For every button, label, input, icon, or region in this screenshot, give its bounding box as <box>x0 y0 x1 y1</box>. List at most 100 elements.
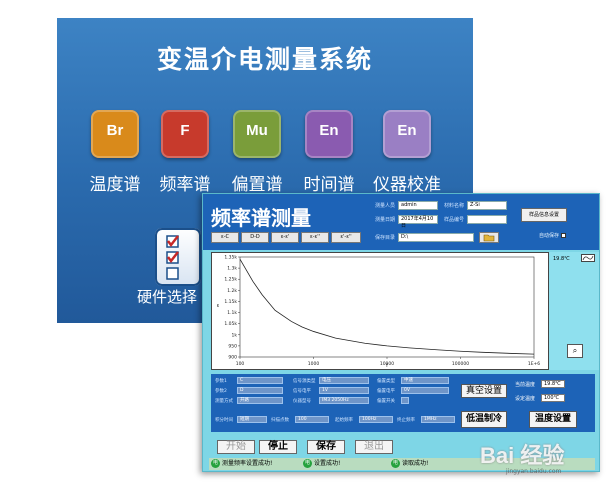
temperature-settings-button[interactable]: 温度设置 <box>529 411 577 428</box>
tile-label-frequency[interactable]: 频率谱 <box>145 170 225 195</box>
x-axis-label: f <box>386 363 388 369</box>
sample-id-label: 样品编号 <box>444 217 465 223</box>
x-tick-label: 100000 <box>452 361 469 367</box>
param-button-2[interactable]: D-D <box>241 232 269 243</box>
control-panel: 参数1 C 参数2 D 测量方式 开路 积分时间 短期 信号源类型 电压 信号电… <box>211 374 595 432</box>
operator-label: 测量人员 <box>375 203 396 209</box>
integration-select[interactable]: 短期 <box>237 416 267 423</box>
scan-points-field[interactable]: 100 <box>295 416 329 423</box>
param-button-3[interactable]: ε-ε' <box>271 232 299 243</box>
date-field[interactable]: 2017年4月10日 <box>398 215 438 229</box>
save-path-label: 保存目录 <box>375 235 396 241</box>
window-title: 频率谱测量 <box>211 206 311 230</box>
autosave-checkbox[interactable]: 自动保存 <box>539 232 567 239</box>
param1-label: 参数1 <box>215 379 227 384</box>
instrument-field[interactable]: IM3 2050Hz <box>319 397 369 404</box>
y-tick-label: 1.1k <box>227 310 237 316</box>
material-label: 材料名称 <box>444 203 465 209</box>
set-temp-label: 设定温度 <box>515 396 536 402</box>
tile-label-temperature[interactable]: 温度谱 <box>75 170 155 195</box>
material-field[interactable]: Z-Si <box>467 201 507 210</box>
exit-button[interactable]: 退出 <box>355 440 393 454</box>
cryo-cooling-button[interactable]: 低温制冷 <box>461 411 507 428</box>
bias-level-label: 偏置电平 <box>377 389 395 394</box>
y-tick-label: 1.15k <box>224 299 237 305</box>
bias-switch-label: 偏置开关 <box>377 399 395 404</box>
mode-label: 测量方式 <box>215 399 233 404</box>
bias-spectrum-icon[interactable]: Mu <box>233 110 281 158</box>
frequency-spectrum-icon[interactable]: F <box>161 110 209 158</box>
save-path-field[interactable]: D:\ <box>398 233 474 242</box>
frequency-chart[interactable]: 1.35k 1.3k 1.25k 1.2k 1.15k 1.1k 1.05k 1k 950 900… <box>211 252 549 370</box>
bias-type-select[interactable]: 中速 <box>401 377 449 384</box>
vacuum-settings-button[interactable]: 真空设置 <box>461 384 507 398</box>
set-temp-value[interactable]: 100℃ <box>541 394 565 402</box>
y-axis-label: ε <box>217 303 220 309</box>
y-tick-label: 900 <box>228 355 237 361</box>
hardware-select-label[interactable]: 硬件选择 <box>137 286 197 307</box>
operator-field[interactable]: admin <box>398 201 438 210</box>
instrument-label: 仪器型号 <box>293 399 311 404</box>
frequency-spectrum-window: 频率谱测量 测量人员 admin 材料名称 Z-Si 测量日期 2017年4月1… <box>202 193 600 472</box>
sample-info-button[interactable]: 样品信息设置 <box>521 208 567 222</box>
current-temp-label: 当前温度 <box>515 382 536 388</box>
param2-select[interactable]: D <box>237 387 283 394</box>
tile-label-calibration[interactable]: 仪器校准 <box>367 170 447 195</box>
plot-area <box>239 256 535 358</box>
bias-type-label: 偏置类型 <box>377 379 395 384</box>
temperature-reading: 19.8℃ <box>553 256 570 262</box>
window-header: 频率谱测量 测量人员 admin 材料名称 Z-Si 测量日期 2017年4月1… <box>203 194 599 250</box>
time-spectrum-icon[interactable]: En <box>305 110 353 158</box>
status-message-1: 电测量频率设置成功! <box>211 459 273 468</box>
wave-icon[interactable] <box>581 254 595 262</box>
tile-label-time[interactable]: 时间谱 <box>289 170 369 195</box>
signal-type-select[interactable]: 电压 <box>319 377 369 384</box>
status-message-3: 电读取成功! <box>391 459 429 468</box>
y-tick-label: 1.25k <box>224 277 237 283</box>
signal-type-label: 信号源类型 <box>293 379 316 384</box>
date-label: 测量日期 <box>375 217 396 223</box>
y-tick-label: 1.3k <box>227 266 237 272</box>
x-tick-label: 1000 <box>308 361 320 367</box>
param1-select[interactable]: C <box>237 377 283 384</box>
start-button[interactable]: 开始 <box>217 440 255 454</box>
status-message-2: 电设置成功! <box>303 459 341 468</box>
signal-level-label: 信号电平 <box>293 389 311 394</box>
status-icon: 电 <box>211 459 220 468</box>
temperature-spectrum-icon[interactable]: Br <box>91 110 139 158</box>
stop-button[interactable]: 停止 <box>259 440 297 454</box>
autosave-box[interactable] <box>561 233 567 238</box>
x-tick-label: 1E+6 <box>528 361 540 367</box>
folder-browse-button[interactable] <box>479 232 499 243</box>
end-freq-label: 终止频率 <box>397 418 415 423</box>
mode-select[interactable]: 开路 <box>237 397 283 404</box>
end-freq-field[interactable]: 1MHz <box>421 416 455 423</box>
folder-icon <box>483 234 495 242</box>
calibration-icon[interactable]: En <box>383 110 431 158</box>
status-icon: 电 <box>391 459 400 468</box>
save-button[interactable]: 保存 <box>307 440 345 454</box>
x-tick-label: 100 <box>236 361 245 367</box>
sample-id-field[interactable] <box>467 215 507 224</box>
param-button-5[interactable]: ε'-ε'' <box>331 232 361 243</box>
tile-label-bias[interactable]: 偏置谱 <box>217 170 297 195</box>
y-tick-label: 950 <box>228 343 237 349</box>
bias-switch-checkbox[interactable] <box>401 397 409 404</box>
start-freq-field[interactable]: 100Hz <box>359 416 393 423</box>
signal-level-field[interactable]: 1V <box>319 387 369 394</box>
status-icon: 电 <box>303 459 312 468</box>
param-button-1[interactable]: ε-C <box>211 232 239 243</box>
param2-label: 参数2 <box>215 389 227 394</box>
y-tick-label: 1.35k <box>224 255 237 261</box>
scan-points-label: 扫描点数 <box>271 418 289 423</box>
watermark-logo: Bai 经验 <box>480 443 565 468</box>
launcher-title: 变温介电测量系统 <box>156 45 373 74</box>
bias-level-field[interactable]: 0V <box>401 387 449 394</box>
chart-svg: 1.35k 1.3k 1.25k 1.2k 1.15k 1.1k 1.05k 1k 950 900… <box>217 255 541 370</box>
integration-label: 积分时间 <box>215 418 233 423</box>
current-temp-value: 19.8℃ <box>541 380 565 388</box>
hardware-select-icon[interactable] <box>155 228 201 286</box>
y-tick-label: 1.2k <box>227 288 237 294</box>
zoom-icon[interactable]: ⌕ <box>567 344 583 358</box>
param-button-4[interactable]: ε-ε'' <box>301 232 329 243</box>
